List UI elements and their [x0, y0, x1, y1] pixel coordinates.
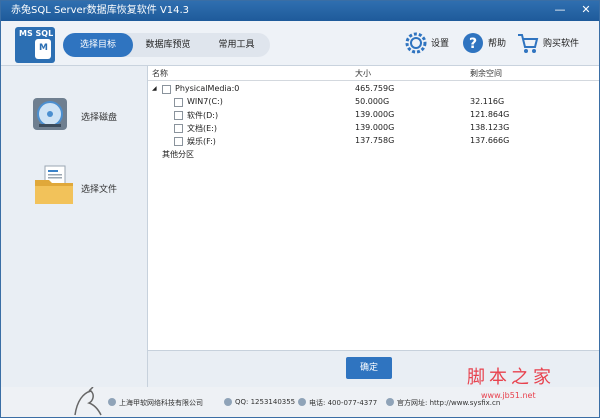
company-icon: [108, 398, 116, 406]
expand-toggle-icon[interactable]: ◢: [152, 85, 157, 92]
watermark-title: 脚本之家: [467, 367, 555, 388]
watermark: 脚本之家 www.jb51.net: [467, 363, 587, 409]
row-name: WIN7(C:): [187, 97, 223, 106]
table-row-other[interactable]: 其他分区: [148, 148, 599, 161]
settings-label: 设置: [431, 39, 450, 49]
sidebar-label-disk: 选择磁盘: [81, 113, 118, 123]
ok-button[interactable]: 确定: [346, 357, 392, 379]
row-name: 文档(E:): [187, 124, 217, 133]
website-icon: [386, 398, 394, 406]
sidebar-label-file: 选择文件: [81, 185, 118, 195]
row-checkbox[interactable]: [174, 98, 183, 107]
table-row[interactable]: 文档(E:) 139.000G 138.123G: [148, 122, 599, 135]
column-name: 名称: [152, 69, 168, 78]
svg-text:?: ?: [469, 36, 477, 52]
mascot-logo: [74, 387, 102, 416]
row-checkbox[interactable]: [174, 124, 183, 133]
row-free: 32.116G: [470, 97, 505, 106]
column-free: 剩余空间: [470, 69, 502, 78]
table-row[interactable]: 软件(D:) 139.000G 121.864G: [148, 109, 599, 122]
title-bar: 赤兔SQL Server数据库恢复软件 V14.3 — ✕: [1, 1, 599, 21]
help-label: 帮助: [488, 39, 507, 49]
main-tabs: 选择目标 数据库预览 常用工具: [63, 33, 270, 57]
row-size: 465.759G: [355, 84, 395, 93]
minimize-button[interactable]: —: [549, 1, 571, 19]
tab-common-tools[interactable]: 常用工具: [203, 33, 270, 57]
watermark-url: www.jb51.net: [481, 391, 536, 400]
row-checkbox[interactable]: [174, 111, 183, 120]
row-free: 121.864G: [470, 110, 510, 119]
root-checkbox[interactable]: [162, 85, 171, 94]
header-toolbar: MS SQL M 选择目标 数据库预览 常用工具 设置 ? 帮助 购买软件: [1, 21, 599, 66]
row-name: 其他分区: [162, 150, 194, 159]
settings-button[interactable]: 设置: [405, 31, 451, 57]
buy-label: 购买软件: [543, 39, 580, 49]
table-row[interactable]: 娱乐(F:) 137.758G 137.666G: [148, 135, 599, 148]
table-row-root[interactable]: ◢ PhysicalMedia:0 465.759G: [148, 83, 599, 96]
sidebar-item-select-file[interactable]: 选择文件: [1, 158, 147, 218]
sidebar-item-select-disk[interactable]: 选择磁盘: [1, 86, 147, 146]
database-icon: M: [35, 39, 51, 59]
close-button[interactable]: ✕: [575, 1, 597, 19]
company-name: 上海甲软网络科技有限公司: [119, 399, 203, 407]
table-row[interactable]: WIN7(C:) 50.000G 32.116G: [148, 96, 599, 109]
row-name: 娱乐(F:): [187, 137, 216, 146]
app-logo: MS SQL M: [15, 27, 55, 63]
partition-table: 名称 大小 剩余空间 ◢ PhysicalMedia:0 465.759G WI…: [148, 66, 599, 350]
help-button[interactable]: ? 帮助: [462, 31, 508, 57]
logo-text: MS SQL: [19, 29, 54, 38]
app-window: 赤兔SQL Server数据库恢复软件 V14.3 — ✕ MS SQL M 选…: [0, 0, 600, 418]
row-size: 137.758G: [355, 136, 395, 145]
hard-disk-icon: [33, 98, 67, 130]
phone-number: 电话: 400-077-4377: [309, 399, 378, 407]
row-checkbox[interactable]: [174, 137, 183, 146]
tab-select-target[interactable]: 选择目标: [63, 33, 133, 57]
qq-number: QQ: 1253140355: [235, 398, 296, 406]
row-name: PhysicalMedia:0: [175, 84, 240, 93]
buy-button[interactable]: 购买软件: [517, 31, 581, 57]
qq-icon: [224, 398, 232, 406]
row-size: 50.000G: [355, 97, 390, 106]
window-title: 赤兔SQL Server数据库恢复软件 V14.3: [11, 5, 190, 16]
tab-database-preview[interactable]: 数据库预览: [133, 33, 203, 57]
row-name: 软件(D:): [187, 111, 219, 120]
logo-letter: M: [39, 43, 48, 53]
phone-icon: [298, 398, 306, 406]
help-icon: ?: [463, 33, 483, 53]
shopping-cart-icon: [518, 34, 539, 53]
row-size: 139.000G: [355, 123, 395, 132]
folder-file-icon: [35, 165, 73, 204]
row-size: 139.000G: [355, 110, 395, 119]
sidebar: 选择磁盘 选择文件: [1, 66, 148, 417]
column-size: 大小: [355, 69, 371, 78]
gear-icon: [405, 32, 427, 54]
row-free: 138.123G: [470, 123, 510, 132]
row-free: 137.666G: [470, 136, 510, 145]
table-header: 名称 大小 剩余空间: [148, 66, 599, 81]
